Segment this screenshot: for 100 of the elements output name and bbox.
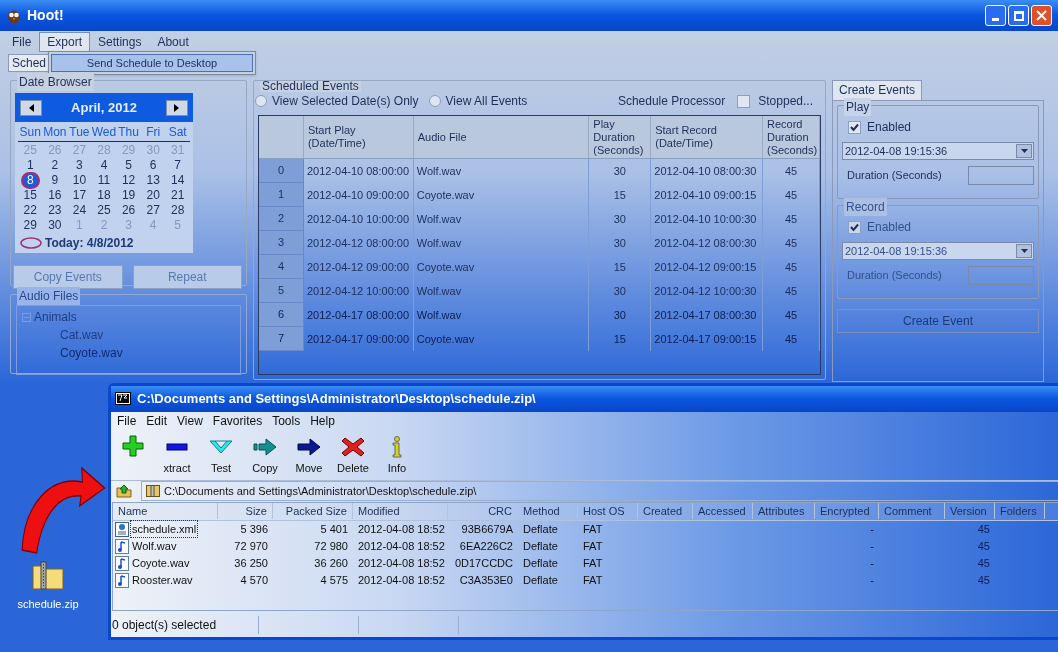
checkbox[interactable] [848, 220, 861, 234]
calendar-day[interactable]: 26 [117, 204, 140, 217]
maximize-button[interactable] [1008, 5, 1029, 26]
toolbar-button[interactable]: Move [291, 435, 327, 477]
address-field[interactable]: C:\Documents and Settings\Administrator\Desktop\schedule.zip\ [141, 481, 1058, 502]
radio-button[interactable] [428, 95, 441, 107]
calendar-day[interactable]: 21 [167, 189, 189, 202]
row-header[interactable]: 6 [259, 303, 304, 327]
duration-field[interactable] [968, 166, 1034, 185]
collapse-toggle[interactable] [22, 312, 31, 322]
column-header[interactable]: Start Record (Date/Time) [651, 116, 763, 158]
calendar-day[interactable]: 6 [145, 159, 161, 172]
calendar-day[interactable]: 25 [93, 204, 115, 217]
tab[interactable]: Sched [8, 54, 51, 72]
column-header[interactable]: Created [638, 502, 693, 520]
checkbox[interactable] [848, 120, 861, 134]
calendar-day[interactable]: 13 [142, 174, 164, 187]
column-header[interactable]: Play Duration (Seconds) [589, 116, 652, 158]
calendar-day[interactable]: 22 [19, 204, 41, 217]
calendar-day[interactable]: 14 [167, 174, 189, 187]
column-header[interactable]: Accessed [693, 502, 753, 520]
menu-item[interactable]: File [113, 411, 141, 430]
row-header[interactable]: 2 [259, 207, 304, 231]
row-header[interactable]: 0 [259, 159, 304, 183]
row-header[interactable]: 5 [259, 279, 304, 303]
calendar-day[interactable]: 15 [19, 189, 41, 202]
menu-item[interactable]: Favorites [208, 411, 267, 430]
column-header[interactable]: Start Play (Date/Time) [303, 116, 414, 158]
calendar-day[interactable]: 30 [44, 219, 66, 232]
today-label[interactable]: Today: 4/8/2012 [45, 234, 134, 252]
table-cell: 2012-04-10 10:00:30 [651, 207, 764, 231]
column-header[interactable]: Method [518, 502, 578, 520]
menu-item[interactable]: Settings [90, 32, 150, 52]
column-header[interactable]: CRC [448, 502, 518, 520]
row-header[interactable]: 4 [259, 255, 304, 279]
calendar-day[interactable]: 19 [117, 189, 140, 202]
column-header[interactable]: Encrypted [815, 502, 879, 520]
toolbar-button[interactable]: Copy [247, 435, 283, 477]
calendar-day[interactable]: 11 [93, 174, 115, 187]
column-header[interactable]: Size [218, 502, 273, 520]
toolbar-button[interactable]: xtract [159, 435, 195, 477]
minimize-button[interactable] [985, 5, 1006, 26]
calendar-day[interactable]: 5 [121, 159, 136, 172]
column-header[interactable]: Attributes [753, 502, 815, 520]
menu-item[interactable]: Export [39, 32, 91, 52]
column-header[interactable]: Name [113, 502, 218, 520]
column-header[interactable]: Comment [879, 502, 945, 520]
date-time-picker[interactable]: 2012-04-08 19:15:36 [842, 242, 1034, 260]
column-header[interactable]: Modified [353, 502, 448, 520]
toolbar-button[interactable]: Info [379, 435, 415, 477]
next-month-button[interactable] [166, 99, 188, 116]
menu-option[interactable]: Send Schedule to Desktop [51, 54, 253, 72]
menu-item[interactable]: Help [306, 411, 339, 430]
column-header[interactable]: Packed Size [273, 502, 353, 520]
calendar-day[interactable]: 27 [142, 204, 164, 217]
calendar-day[interactable]: 10 [68, 174, 91, 187]
column-header[interactable]: Version [945, 502, 995, 520]
previous-month-button[interactable] [20, 99, 42, 116]
row-header[interactable]: 3 [259, 231, 304, 255]
file-name[interactable]: Wolf.wav [131, 537, 178, 555]
menu-item[interactable]: Edit [142, 411, 172, 430]
calendar-day[interactable]: 18 [93, 189, 115, 202]
menu-item[interactable]: View [173, 411, 207, 430]
row-header[interactable]: 7 [259, 327, 304, 351]
column-header[interactable]: Folders [995, 502, 1045, 520]
calendar-day[interactable]: 1 [22, 159, 38, 172]
menu-item[interactable]: Tools [268, 411, 305, 430]
column-header[interactable]: Audio File [413, 116, 590, 158]
calendar-day[interactable]: 28 [167, 204, 189, 217]
menu-item[interactable]: File [4, 32, 40, 52]
row-header[interactable]: 1 [259, 183, 304, 207]
icon-label[interactable]: schedule.zip [17, 596, 79, 613]
calendar-day[interactable]: 7 [170, 159, 186, 172]
calendar-day[interactable]: 12 [117, 174, 140, 187]
file-name[interactable]: Rooster.wav [131, 571, 194, 589]
calendar-day[interactable]: 2 [47, 159, 63, 172]
calendar-day[interactable]: 29 [19, 219, 41, 232]
calendar-day[interactable]: 24 [68, 204, 91, 217]
column-header[interactable]: Host OS [578, 502, 638, 520]
month-title: April, 2012 [71, 98, 137, 117]
radio-button[interactable] [255, 95, 267, 107]
calendar-day[interactable]: 23 [44, 204, 66, 217]
calendar-day[interactable]: 3 [72, 159, 87, 172]
checkbox[interactable] [737, 94, 751, 108]
toolbar-button[interactable]: Delete [335, 435, 371, 477]
menu-item[interactable]: About [149, 32, 197, 52]
toolbar-button[interactable]: Test [203, 435, 239, 477]
duration-field[interactable] [968, 266, 1034, 285]
tab[interactable]: Create Events [832, 80, 923, 100]
calendar-day[interactable]: 9 [47, 174, 63, 187]
file-name[interactable]: schedule.xml [131, 520, 198, 538]
close-button[interactable] [1031, 5, 1052, 26]
calendar-day[interactable]: 17 [68, 189, 91, 202]
file-name[interactable]: Coyote.wav [131, 554, 191, 572]
column-header[interactable]: Record Duration (Seconds) [763, 116, 820, 158]
date-time-picker[interactable]: 2012-04-08 19:15:36 [842, 142, 1034, 160]
calendar-day[interactable]: 16 [44, 189, 66, 202]
calendar-day[interactable]: 20 [142, 189, 164, 202]
calendar-day[interactable]: 4 [96, 159, 112, 172]
calendar-day[interactable]: 8 [20, 172, 40, 189]
